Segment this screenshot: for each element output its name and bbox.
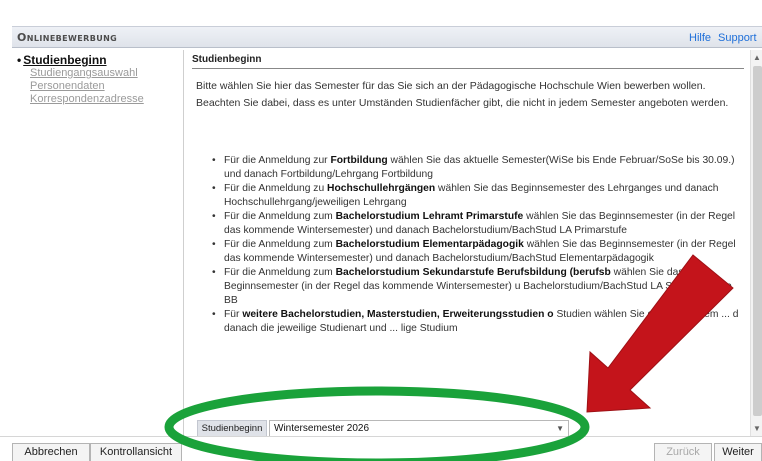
scroll-thumb[interactable] bbox=[753, 66, 762, 416]
content-scrollbar[interactable]: ▲ ▼ bbox=[750, 50, 762, 436]
list-item: Für die Anmeldung zu Hochschullehrgängen… bbox=[212, 182, 744, 210]
scroll-up-arrow-icon[interactable]: ▲ bbox=[753, 53, 761, 62]
sidebar-item-studiengangsauswahl[interactable]: Studiengangsauswahl bbox=[30, 67, 180, 80]
semester-select[interactable]: Wintersemester 2026 ▼ bbox=[269, 420, 569, 436]
app-title: Onlinebewerbung bbox=[17, 31, 118, 44]
semester-select-value: Wintersemester 2026 bbox=[274, 423, 370, 434]
support-link[interactable]: Support bbox=[718, 32, 757, 44]
info-list: Für die Anmeldung zur Fortbildung wählen… bbox=[212, 154, 744, 336]
semester-field-label: Studienbeginn bbox=[197, 420, 267, 436]
dropdown-arrow-icon[interactable]: ▼ bbox=[556, 421, 564, 436]
footer-bar: Abbrechen Kontrollansicht Zurück Weiter bbox=[0, 436, 762, 461]
help-link[interactable]: Hilfe bbox=[689, 32, 711, 44]
sidebar-item-korrespondenzadresse[interactable]: Korrespondenzadresse bbox=[30, 93, 180, 106]
list-item: Für die Anmeldung zum Bachelorstudium El… bbox=[212, 238, 744, 266]
bullet-icon: • bbox=[17, 53, 22, 67]
list-item: Für die Anmeldung zur Fortbildung wählen… bbox=[212, 154, 744, 182]
sidebar-item-studienbeginn[interactable]: • Studienbeginn bbox=[17, 54, 180, 67]
intro-text: Bitte wählen Sie hier das Semester für d… bbox=[196, 80, 729, 109]
back-button[interactable]: Zurück bbox=[654, 443, 712, 461]
overview-button[interactable]: Kontrollansicht bbox=[90, 443, 182, 461]
sidebar-item-label: Studienbeginn bbox=[23, 53, 107, 67]
scroll-down-arrow-icon[interactable]: ▼ bbox=[753, 424, 761, 433]
app-header: Onlinebewerbung Hilfe Support bbox=[12, 26, 762, 48]
main-content: Studienbeginn Bitte wählen Sie hier das … bbox=[183, 50, 762, 436]
sidebar-item-personendaten[interactable]: Personendaten bbox=[30, 80, 180, 93]
cancel-button[interactable]: Abbrechen bbox=[12, 443, 90, 461]
next-button[interactable]: Weiter bbox=[714, 443, 762, 461]
section-title: Studienbeginn bbox=[192, 54, 744, 69]
list-item: Für weitere Bachelorstudien, Masterstudi… bbox=[212, 308, 744, 336]
list-item: Für die Anmeldung zum Bachelorstudium Le… bbox=[212, 210, 744, 238]
list-item: Für die Anmeldung zum Bachelorstudium Se… bbox=[212, 266, 744, 308]
sidebar-nav: • Studienbeginn Studiengangsauswahl Perso… bbox=[12, 54, 180, 106]
